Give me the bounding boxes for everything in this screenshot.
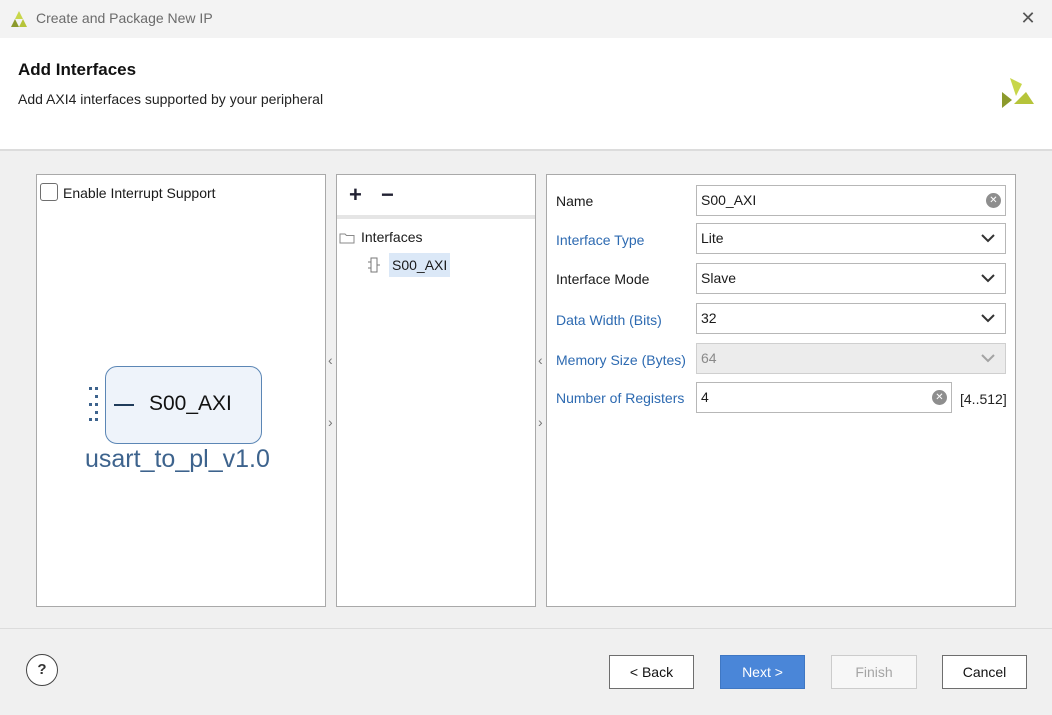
memory-size-value: 64: [701, 350, 717, 366]
interface-type-value: Lite: [701, 230, 724, 246]
interface-mode-select[interactable]: Slave: [696, 263, 1006, 294]
wizard-header: Add Interfaces Add AXI4 interfaces suppo…: [0, 38, 1052, 151]
expand-right-icon[interactable]: ›: [328, 414, 333, 430]
interface-type-select[interactable]: Lite: [696, 223, 1006, 254]
num-registers-value: 4: [701, 389, 709, 405]
enable-interrupt-checkbox[interactable]: [40, 183, 58, 201]
memory-size-label: Memory Size (Bytes): [556, 352, 686, 368]
footer-divider: [0, 628, 1052, 629]
collapse-left-icon[interactable]: ‹: [538, 352, 543, 368]
memory-size-select: 64: [696, 343, 1006, 374]
data-width-value: 32: [701, 310, 717, 326]
window-title: Create and Package New IP: [36, 10, 213, 26]
ip-name-label: usart_to_pl_v1.0: [85, 445, 270, 473]
data-width-select[interactable]: 32: [696, 303, 1006, 334]
ip-symbol-block: S00_AXI: [105, 366, 262, 444]
ip-interface-label: S00_AXI: [149, 392, 232, 415]
collapse-left-icon[interactable]: ‹: [328, 352, 333, 368]
name-input[interactable]: S00_AXI ✕: [696, 185, 1006, 216]
tree-item-s00-axi[interactable]: S00_AXI: [389, 253, 451, 277]
finish-button: Finish: [831, 655, 917, 689]
enable-interrupt-label: Enable Interrupt Support: [63, 185, 216, 201]
remove-interface-button[interactable]: −: [381, 182, 394, 208]
name-value: S00_AXI: [701, 192, 757, 208]
num-registers-input[interactable]: 4 ✕: [696, 382, 952, 413]
title-bar: Create and Package New IP ✕: [0, 0, 1052, 38]
next-button[interactable]: Next >: [720, 655, 805, 689]
bus-interface-icon: [368, 257, 380, 273]
interfaces-tree-panel: + − Interfaces S00_AXI: [336, 174, 536, 607]
chevron-down-icon: [981, 234, 995, 243]
registers-range-hint: [4..512]: [960, 391, 1007, 407]
cancel-button[interactable]: Cancel: [942, 655, 1027, 689]
clear-name-icon[interactable]: ✕: [986, 193, 1001, 208]
vivado-logo-icon: [11, 11, 27, 27]
chevron-down-icon: [981, 274, 995, 283]
interface-mode-label: Interface Mode: [556, 271, 650, 287]
ip-preview-panel: Enable Interrupt Support S00_AXI usart_t…: [36, 174, 326, 607]
num-registers-label: Number of Registers: [556, 390, 685, 406]
interface-properties-panel: Name S00_AXI ✕ Interface Type Lite Inter…: [546, 174, 1016, 607]
expand-right-icon[interactable]: ›: [538, 414, 543, 430]
add-interface-button[interactable]: +: [349, 182, 362, 208]
tree-root-interfaces[interactable]: Interfaces: [361, 229, 422, 245]
folder-icon: [339, 233, 355, 244]
data-width-label: Data Width (Bits): [556, 312, 662, 328]
page-title: Add Interfaces: [18, 60, 137, 79]
page-subtitle: Add AXI4 interfaces supported by your pe…: [18, 91, 324, 107]
interface-mode-value: Slave: [701, 270, 737, 286]
vivado-logo-icon: [1002, 78, 1034, 108]
port-dots-icon: [89, 387, 98, 421]
name-label: Name: [556, 193, 594, 209]
back-button[interactable]: < Back: [609, 655, 694, 689]
toolbar-divider: [337, 215, 535, 219]
close-icon[interactable]: ✕: [1018, 8, 1038, 28]
clear-registers-icon[interactable]: ✕: [932, 390, 947, 405]
chevron-down-icon: [981, 354, 995, 363]
interface-bar-icon: [114, 404, 134, 406]
help-button[interactable]: ?: [26, 654, 58, 686]
chevron-down-icon: [981, 314, 995, 323]
interface-type-label: Interface Type: [556, 232, 645, 248]
